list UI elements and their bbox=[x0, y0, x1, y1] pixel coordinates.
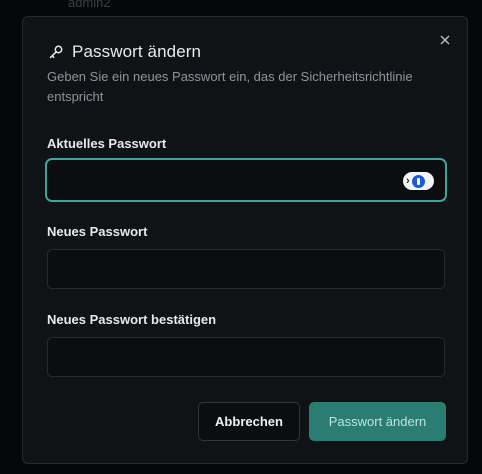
close-button[interactable] bbox=[437, 33, 453, 49]
chevron-right-icon: › bbox=[406, 174, 410, 187]
current-password-label: Aktuelles Passwort bbox=[47, 136, 167, 151]
change-password-button[interactable]: Passwort ändern bbox=[309, 402, 446, 441]
close-icon[interactable] bbox=[440, 32, 450, 50]
dialog-header: Passwort ändern bbox=[47, 41, 201, 63]
change-password-dialog: Passwort ändern Geben Sie ein neues Pass… bbox=[22, 16, 468, 464]
new-password-label: Neues Passwort bbox=[47, 224, 148, 239]
cancel-button[interactable]: Abbrechen bbox=[198, 402, 300, 441]
key-icon bbox=[47, 43, 65, 61]
confirm-password-label: Neues Passwort bestätigen bbox=[47, 312, 217, 327]
current-password-input[interactable] bbox=[45, 158, 447, 202]
new-password-input[interactable] bbox=[47, 249, 445, 289]
dialog-title: Passwort ändern bbox=[72, 42, 202, 61]
dialog-description: Geben Sie ein neues Passwort ein, das de… bbox=[47, 69, 413, 104]
password-manager-logo bbox=[411, 174, 425, 188]
confirm-password-input[interactable] bbox=[47, 337, 445, 377]
password-manager-icon[interactable]: › bbox=[403, 172, 434, 190]
background-username: admin2 bbox=[68, 0, 111, 10]
